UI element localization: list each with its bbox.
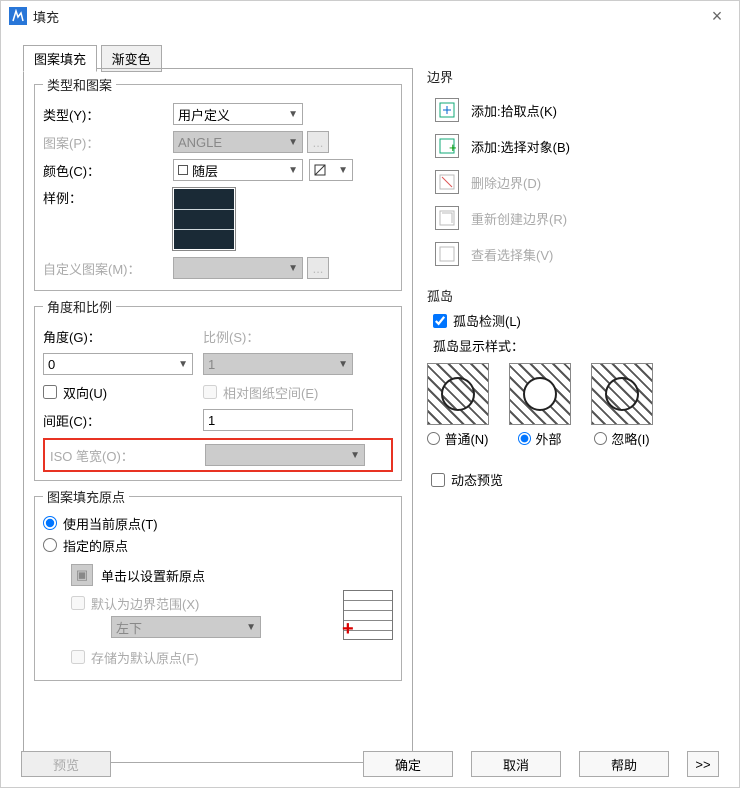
checkbox-island-detection[interactable] — [433, 314, 447, 328]
boundary-view-selection: 查看选择集(V) — [427, 236, 717, 272]
checkbox-store-default-origin — [71, 650, 85, 664]
expand-button[interactable]: >> — [687, 751, 719, 777]
view-selection-icon — [435, 242, 459, 266]
dropdown-custom-pattern: ▼ — [173, 257, 303, 279]
radio-use-current-origin[interactable] — [43, 516, 57, 530]
boundary-pick-point[interactable]: 添加:拾取点(K) — [427, 92, 717, 128]
group-origin: 图案填充原点 使用当前原点(T) 指定的原点 ▣ 单击以设置新原点 — [34, 487, 402, 681]
cancel-button[interactable]: 取消 — [471, 751, 561, 777]
label-iso-penwidth: ISO 笔宽(O)： — [50, 446, 205, 465]
boundary-recreate: 重新创建边界(R) — [427, 200, 717, 236]
island-style-normal-preview[interactable] — [427, 363, 489, 425]
group-type-pattern: 类型和图案 类型(Y)： 用户定义▼ 图案(P)： ANGLE▼ ... 颜色(… — [34, 75, 402, 291]
label-island-detection: 孤岛检测(L) — [453, 311, 521, 330]
island-style-outer-preview[interactable] — [509, 363, 571, 425]
highlight-iso-penwidth: ISO 笔宽(O)： ▼ — [43, 438, 393, 472]
legend-angle-scale: 角度和比例 — [43, 297, 116, 316]
tab-pattern-fill[interactable]: 图案填充 — [23, 45, 97, 72]
legend-boundary: 边界 — [427, 67, 717, 86]
legend-islands: 孤岛 — [427, 286, 717, 305]
checkbox-bidirectional[interactable] — [43, 385, 57, 399]
no-color-icon — [314, 164, 326, 176]
dropdown-color[interactable]: 随层▼ — [173, 159, 303, 181]
dropdown-origin-position: 左下▼ — [111, 616, 261, 638]
label-specify-origin: 指定的原点 — [63, 536, 128, 555]
help-button[interactable]: 帮助 — [579, 751, 669, 777]
label-island-style: 孤岛显示样式： — [427, 336, 717, 355]
recreate-boundary-icon — [435, 206, 459, 230]
left-panel: 类型和图案 类型(Y)： 用户定义▼ 图案(P)： ANGLE▼ ... 颜色(… — [23, 68, 413, 763]
label-type: 类型(Y)： — [43, 105, 173, 124]
dropdown-color-secondary[interactable]: ▼ — [309, 159, 353, 181]
svg-text:+: + — [449, 140, 456, 155]
app-icon — [9, 7, 27, 25]
ok-button[interactable]: 确定 — [363, 751, 453, 777]
boundary-select-object[interactable]: + 添加:选择对象(B) — [427, 128, 717, 164]
label-click-set-origin: 单击以设置新原点 — [101, 566, 205, 585]
window-title: 填充 — [33, 7, 703, 26]
label-color: 颜色(C)： — [43, 161, 173, 180]
legend-type-pattern: 类型和图案 — [43, 75, 116, 94]
origin-preview-icon — [343, 590, 393, 640]
checkbox-dynamic-preview[interactable] — [431, 473, 445, 487]
label-scale: 比例(S)： — [203, 327, 333, 346]
dropdown-type[interactable]: 用户定义▼ — [173, 103, 303, 125]
radio-island-ignore[interactable] — [594, 432, 607, 445]
radio-island-normal[interactable] — [427, 432, 440, 445]
button-bar: 预览 确定 取消 帮助 >> — [1, 751, 739, 777]
titlebar: 填充 × — [1, 1, 739, 31]
preview-button: 预览 — [21, 751, 111, 777]
select-object-icon: + — [435, 134, 459, 158]
group-boundary: 边界 添加:拾取点(K) + 添加:选择对象(B) 删除边界(D) 重新创建边界… — [427, 67, 717, 272]
label-pattern: 图案(P)： — [43, 133, 173, 152]
custom-pattern-browse-button: ... — [307, 257, 329, 279]
checkbox-paper-space — [203, 385, 217, 399]
island-style-ignore-preview[interactable] — [591, 363, 653, 425]
label-paper-space: 相对图纸空间(E) — [223, 383, 318, 402]
radio-island-outer[interactable] — [518, 432, 531, 445]
label-store-default-origin: 存储为默认原点(F) — [91, 648, 199, 667]
label-use-current-origin: 使用当前原点(T) — [63, 514, 158, 533]
dropdown-pattern: ANGLE▼ — [173, 131, 303, 153]
close-icon[interactable]: × — [703, 6, 731, 27]
label-default-boundary: 默认为边界范围(X) — [91, 594, 199, 613]
pattern-browse-button: ... — [307, 131, 329, 153]
radio-specify-origin[interactable] — [43, 538, 57, 552]
legend-origin: 图案填充原点 — [43, 487, 129, 506]
label-bidirectional: 双向(U) — [63, 383, 107, 402]
right-column: 边界 添加:拾取点(K) + 添加:选择对象(B) 删除边界(D) 重新创建边界… — [427, 67, 717, 489]
checkbox-default-boundary — [71, 596, 85, 610]
dropdown-iso-penwidth: ▼ — [205, 444, 365, 466]
delete-boundary-icon — [435, 170, 459, 194]
group-angle-scale: 角度和比例 角度(G)： 比例(S)： 0▼ 1▼ 双向(U) 相对图纸空间(E… — [34, 297, 402, 481]
label-swatch: 样例： — [43, 188, 173, 207]
dropdown-angle[interactable]: 0▼ — [43, 353, 193, 375]
pick-point-icon — [435, 98, 459, 122]
dialog-content: 图案填充 渐变色 类型和图案 类型(Y)： 用户定义▼ 图案(P)： ANGLE… — [23, 45, 719, 737]
pick-origin-icon: ▣ — [71, 564, 93, 586]
label-dynamic-preview: 动态预览 — [451, 470, 503, 489]
group-islands: 孤岛 孤岛检测(L) 孤岛显示样式： 普通(N) 外部 忽略(I) — [427, 286, 717, 448]
swatch-preview[interactable] — [173, 188, 235, 250]
label-spacing: 间距(C)： — [43, 411, 203, 430]
input-spacing[interactable] — [203, 409, 353, 431]
label-custom-pattern: 自定义图案(M)： — [43, 259, 173, 278]
dropdown-scale: 1▼ — [203, 353, 353, 375]
boundary-delete: 删除边界(D) — [427, 164, 717, 200]
label-angle: 角度(G)： — [43, 327, 203, 346]
